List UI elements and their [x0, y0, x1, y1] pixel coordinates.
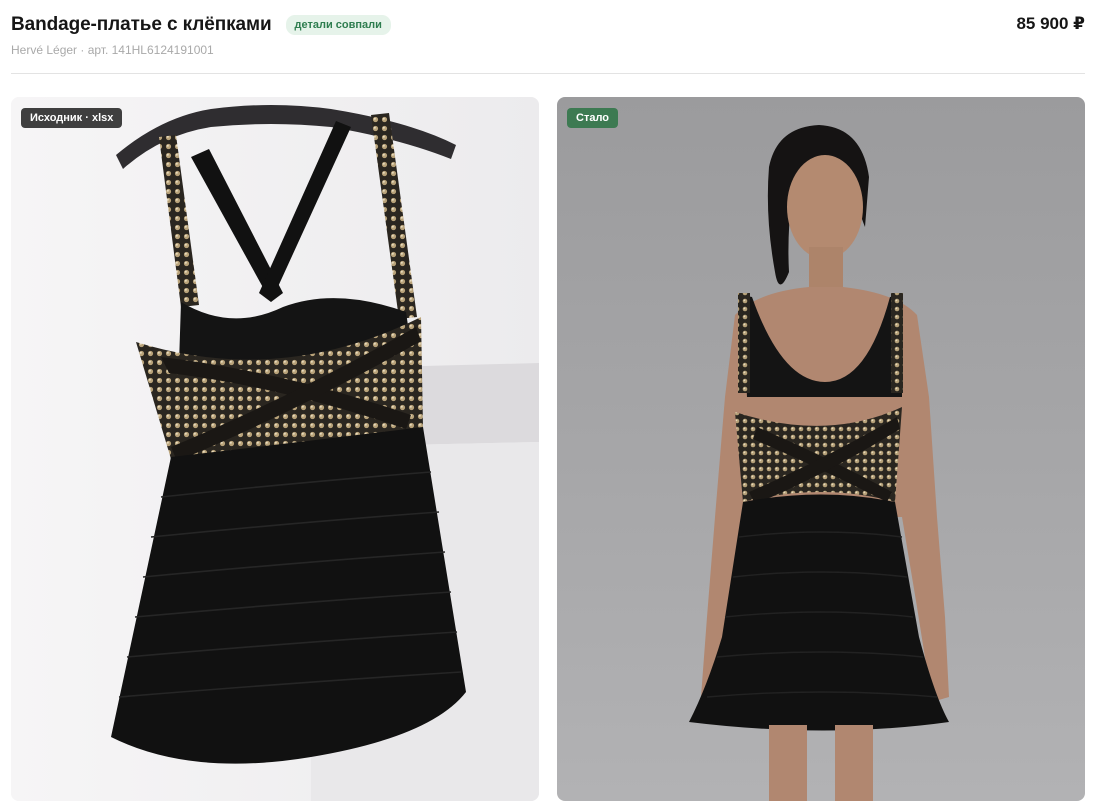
product-title: Bandage-платье с клёпками	[11, 14, 272, 35]
match-status-badge: детали совпали	[285, 15, 391, 35]
brand-sku: Hervé Léger · арт. 141HL6124191001	[11, 43, 214, 57]
source-image-panel[interactable]: Исходник · xlsx	[11, 97, 539, 801]
product-price: 85 900 ₽	[1016, 14, 1085, 33]
title-row: Bandage-платье с клёпками детали совпали	[11, 12, 1085, 38]
result-model-image	[689, 125, 949, 801]
source-image-label: Исходник · xlsx	[21, 108, 123, 128]
result-image-panel[interactable]: Стало	[557, 97, 1085, 801]
result-image-label: Стало	[567, 108, 619, 128]
source-dress-image	[11, 97, 539, 801]
header-divider	[11, 73, 1085, 74]
product-header: Bandage-платье с клёпками детали совпали…	[11, 12, 1085, 62]
